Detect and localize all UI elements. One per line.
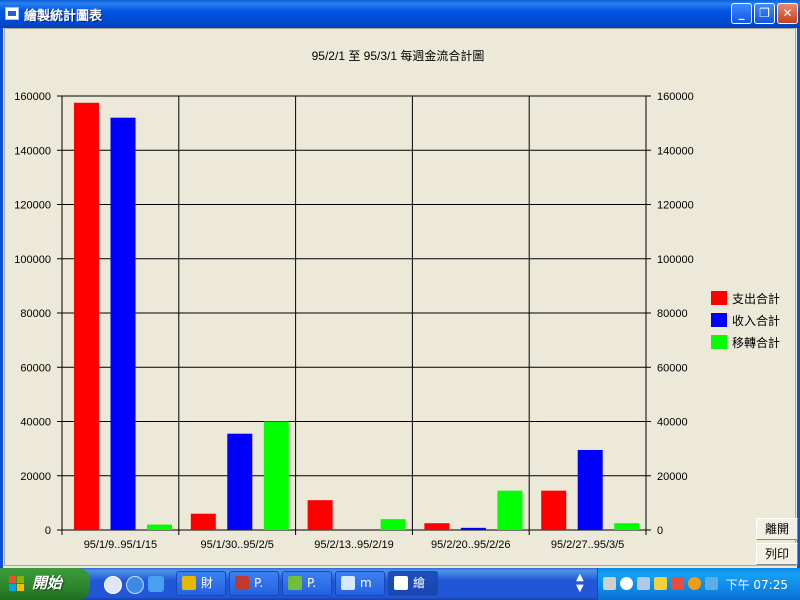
app-icon: [235, 576, 249, 590]
taskbar-item-5[interactable]: 繪: [388, 571, 438, 596]
bar: [424, 523, 450, 530]
bar: [614, 523, 640, 530]
bar: [263, 421, 289, 530]
leave-button[interactable]: 離開: [756, 518, 798, 540]
bar: [227, 433, 253, 530]
y-tick-label-left: 160000: [14, 91, 51, 103]
legend-swatch: [711, 313, 727, 327]
legend-label: 支出合計: [732, 291, 780, 306]
taskbar-scroll[interactable]: ▲ ▼: [576, 572, 584, 594]
bar: [577, 449, 603, 530]
y-axis-left-labels: 0 20000 40000 60000 80000 100000 120000 140000 1…: [14, 91, 51, 537]
chart-bars: [74, 102, 640, 530]
x-axis-labels: 95/1/9..95/1/15 95/1/30..95/2/5 95/2/13..9…: [84, 539, 625, 551]
y-tick-label-right: 0: [657, 525, 663, 537]
document-icon: [341, 576, 355, 590]
taskbar-item-2[interactable]: P.: [229, 571, 279, 596]
y-tick-label-right: 120000: [657, 200, 694, 212]
clock: 下午 07:25: [725, 578, 788, 592]
chevron-down-icon[interactable]: ▼: [576, 583, 584, 594]
security-icon[interactable]: [671, 577, 684, 590]
y-tick-label-left: 40000: [20, 417, 51, 429]
chart-grid: [57, 95, 651, 535]
y-tick-label-left: 20000: [20, 471, 51, 483]
start-label: 開始: [32, 574, 63, 592]
internet-explorer-icon[interactable]: [126, 576, 144, 594]
y-tick-label-left: 140000: [14, 145, 51, 157]
chart-title: 95/2/1 至 95/3/1 每週金流合計圖: [312, 48, 485, 63]
bar: [190, 513, 216, 530]
y-tick-label-right: 80000: [657, 308, 688, 320]
warning-icon[interactable]: [654, 577, 667, 590]
x-tick-label: 95/2/27..95/3/5: [551, 539, 624, 551]
app-icon: [288, 576, 302, 590]
tray-expand-icon[interactable]: [620, 577, 633, 590]
y-tick-label-left: 60000: [20, 362, 51, 374]
system-tray: 下午 07:25: [597, 568, 800, 600]
y-tick-label-right: 60000: [657, 362, 688, 374]
bar: [110, 117, 136, 530]
y-axis-right-labels: 0 20000 40000 60000 80000 100000 120000 140000 1…: [657, 91, 694, 537]
print-button[interactable]: 列印: [756, 543, 798, 565]
taskbar-item-4[interactable]: m: [335, 571, 385, 596]
bar: [147, 524, 172, 530]
bar: [497, 490, 523, 530]
y-tick-label-right: 100000: [657, 254, 694, 266]
bar: [307, 500, 333, 530]
y-tick-label-right: 40000: [657, 417, 688, 429]
x-tick-label: 95/1/30..95/2/5: [200, 539, 273, 551]
bar-chart: 95/2/1 至 95/3/1 每週金流合計圖 0 20000 40000 60000…: [14, 48, 780, 551]
legend-swatch: [711, 291, 727, 305]
y-tick-label-right: 20000: [657, 471, 688, 483]
media-player-icon[interactable]: [104, 576, 122, 594]
network-icon[interactable]: [637, 577, 650, 590]
y-tick-label-left: 80000: [20, 308, 51, 320]
bar: [74, 102, 99, 530]
taskbar-item-1[interactable]: 財: [176, 571, 226, 596]
show-desktop-icon[interactable]: [148, 576, 164, 592]
x-tick-label: 95/2/20..95/2/26: [431, 539, 511, 551]
y-tick-label-left: 0: [45, 525, 51, 537]
y-tick-label-left: 120000: [14, 200, 51, 212]
legend-swatch: [711, 335, 727, 349]
x-tick-label: 95/1/9..95/1/15: [84, 539, 157, 551]
legend-label: 收入合計: [732, 313, 780, 328]
y-tick-label-right: 140000: [657, 145, 694, 157]
y-tick-label-left: 100000: [14, 254, 51, 266]
taskbar-item-3[interactable]: P.: [282, 571, 332, 596]
messenger-icon[interactable]: [688, 577, 701, 590]
y-tick-label-right: 160000: [657, 91, 694, 103]
x-tick-label: 95/2/13..95/2/19: [314, 539, 394, 551]
bar: [541, 490, 567, 530]
window-icon: [394, 576, 408, 590]
chevron-up-icon[interactable]: ▲: [576, 572, 584, 583]
chart-legend: 支出合計收入合計移轉合計: [711, 291, 780, 350]
app-icon: [182, 576, 196, 590]
start-button[interactable]: 開始: [0, 568, 90, 600]
users-icon[interactable]: [705, 577, 718, 590]
bar: [460, 527, 486, 530]
keyboard-icon[interactable]: [603, 577, 616, 590]
windows-flag-icon: [9, 576, 25, 592]
bar: [380, 519, 406, 530]
legend-label: 移轉合計: [732, 335, 780, 350]
taskbar: 開始 財 P. P. m 繪 ▲ ▼ 下午 07:25: [0, 568, 800, 600]
